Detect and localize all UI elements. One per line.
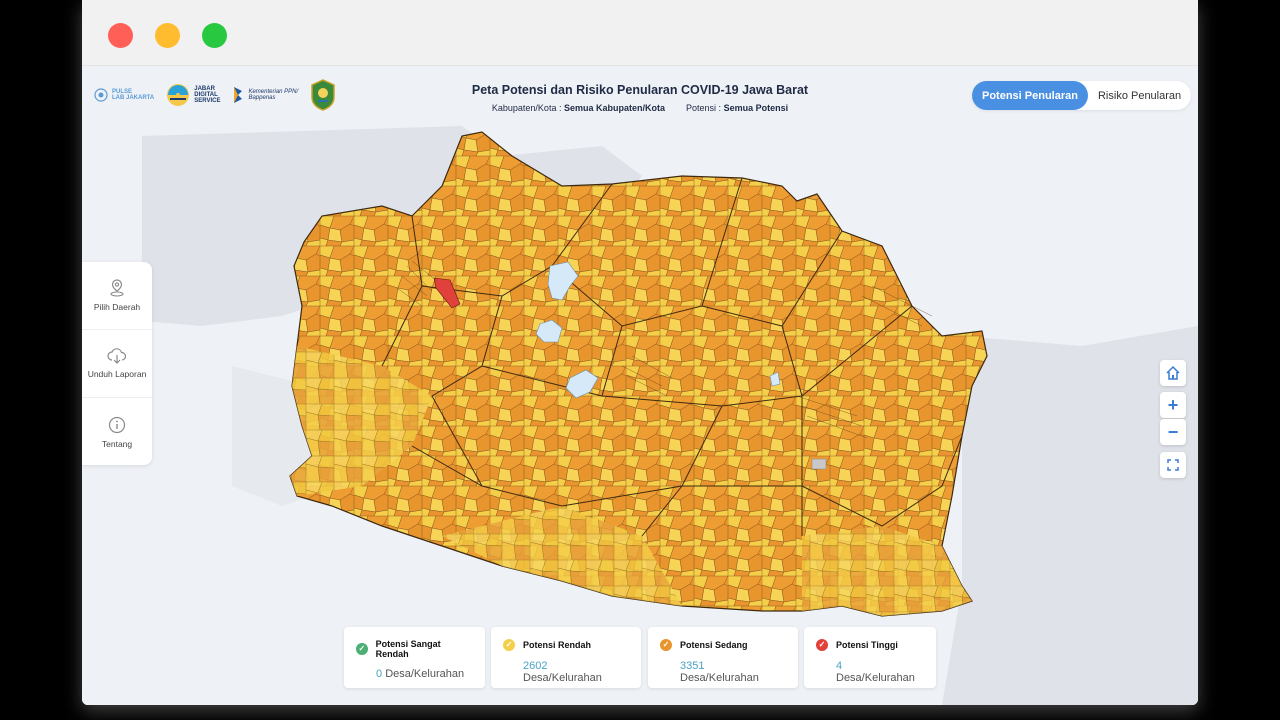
side-item-pilih-daerah[interactable]: Pilih Daerah bbox=[82, 262, 152, 330]
side-item-label: Unduh Laporan bbox=[87, 369, 147, 379]
legend-unit: Desa/Kelurahan bbox=[385, 668, 465, 680]
filter-summary: Kabupaten/Kota : Semua Kabupaten/Kota Po… bbox=[382, 103, 898, 113]
legend-count: 0 bbox=[376, 668, 383, 680]
browser-window: PULSE LAB JAKARTA JABAR DIGITAL SERVICE Kem… bbox=[82, 0, 1198, 705]
legend-card-tinggi: ✓ Potensi Tinggi 4 Desa/Kelurahan bbox=[804, 627, 936, 688]
window-titlebar bbox=[82, 0, 1198, 66]
legend-unit: Desa/Kelurahan bbox=[680, 672, 759, 684]
home-button[interactable] bbox=[1160, 360, 1186, 386]
location-pin-icon bbox=[110, 279, 124, 297]
map-page: PULSE LAB JAKARTA JABAR DIGITAL SERVICE Kem… bbox=[82, 66, 1198, 705]
toggle-potensi-penularan[interactable]: Potensi Penularan bbox=[972, 81, 1088, 110]
fullscreen-button[interactable] bbox=[1160, 452, 1186, 478]
legend-label: Potensi Sedang bbox=[680, 640, 748, 650]
legend-label: Potensi Tinggi bbox=[836, 640, 898, 650]
bappenas-logo: Kementerian PPN/Bappenas bbox=[232, 85, 298, 105]
filter-region-label: Kabupaten/Kota : bbox=[491, 103, 562, 113]
legend-card-sedang: ✓ Potensi Sedang 3351 Desa/Kelurahan bbox=[648, 627, 798, 688]
legend-count: 3351 bbox=[680, 660, 705, 672]
partner-logos: PULSE LAB JAKARTA JABAR DIGITAL SERVICE Kem… bbox=[94, 78, 336, 112]
legend-unit: Desa/Kelurahan bbox=[836, 672, 915, 684]
fullscreen-icon bbox=[1167, 459, 1179, 471]
filter-region-value: Semua Kabupaten/Kota bbox=[563, 103, 665, 113]
legend-label: Potensi Rendah bbox=[523, 640, 592, 650]
check-icon: ✓ bbox=[503, 639, 515, 651]
legend-card-rendah: ✓ Potensi Rendah 2602 Desa/Kelurahan bbox=[491, 627, 641, 688]
cloud-download-icon bbox=[107, 348, 127, 364]
pulse-lab-logo: PULSE LAB JAKARTA bbox=[94, 88, 154, 102]
side-item-label: Pilih Daerah bbox=[93, 302, 141, 312]
check-icon: ✓ bbox=[660, 639, 672, 651]
info-icon bbox=[108, 416, 126, 433]
filter-potensi-label: Potensi : bbox=[686, 103, 722, 113]
side-item-unduh-laporan[interactable]: Unduh Laporan bbox=[82, 330, 152, 398]
jabar-digital-service-logo: JABAR DIGITAL SERVICE bbox=[166, 83, 220, 107]
check-icon: ✓ bbox=[356, 643, 368, 655]
zoom-out-button[interactable]: − bbox=[1160, 419, 1186, 445]
toggle-risiko-penularan[interactable]: Risiko Penularan bbox=[1088, 81, 1191, 110]
legend-unit: Desa/Kelurahan bbox=[523, 672, 602, 684]
check-icon: ✓ bbox=[816, 639, 828, 651]
side-menu: Pilih Daerah Unduh Laporan Tentang bbox=[82, 262, 152, 465]
jawa-barat-emblem-logo bbox=[310, 79, 336, 111]
legend-count: 4 bbox=[836, 660, 843, 672]
legend-count: 2602 bbox=[523, 660, 548, 672]
side-item-tentang[interactable]: Tentang bbox=[82, 398, 152, 466]
minimize-window-button[interactable] bbox=[155, 23, 180, 48]
page-title: Peta Potensi dan Risiko Penularan COVID-… bbox=[471, 83, 809, 97]
close-window-button[interactable] bbox=[108, 23, 133, 48]
side-item-label: Tentang bbox=[101, 438, 133, 449]
filter-potensi-value: Semua Potensi bbox=[723, 103, 789, 113]
maximize-window-button[interactable] bbox=[202, 23, 227, 48]
page-header: PULSE LAB JAKARTA JABAR DIGITAL SERVICE Kem… bbox=[82, 66, 1198, 132]
zoom-in-button[interactable]: + bbox=[1160, 392, 1186, 418]
legend-label: Potensi Sangat Rendah bbox=[375, 639, 441, 659]
layer-toggle: Potensi Penularan Risiko Penularan bbox=[972, 81, 1192, 110]
choropleth-map[interactable] bbox=[82, 66, 1198, 705]
legend-card-sangat-rendah: ✓ Potensi Sangat Rendah 0 Desa/Kelurahan bbox=[344, 627, 485, 688]
home-icon bbox=[1166, 365, 1180, 380]
